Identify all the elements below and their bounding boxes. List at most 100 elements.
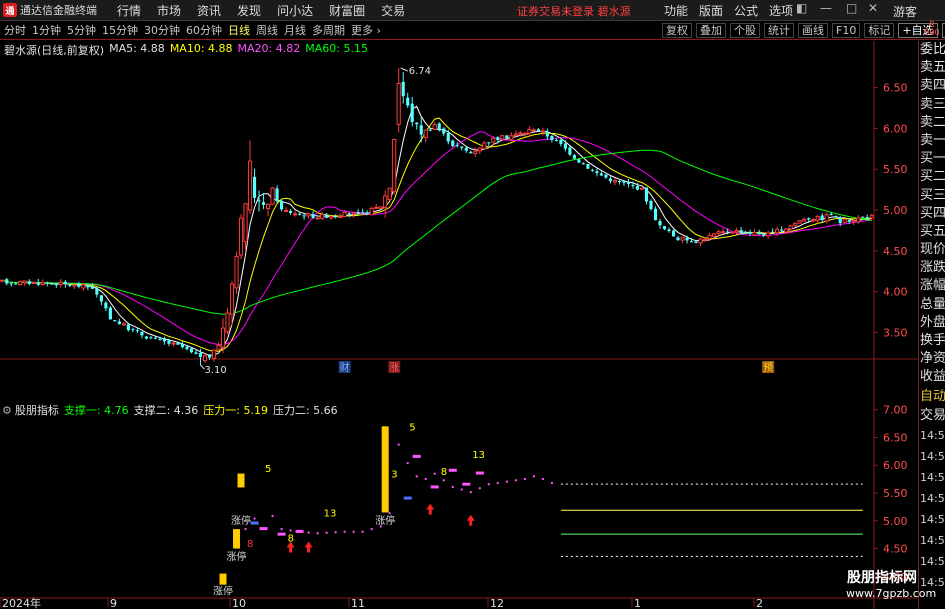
menu-item-quotes[interactable]: 行情 xyxy=(117,2,141,19)
menu-item-ask[interactable]: 问小达 xyxy=(277,2,313,19)
indicator-settings-icon[interactable]: ⚙ xyxy=(2,404,12,417)
candle-body xyxy=(726,231,730,233)
candle-body xyxy=(72,284,77,287)
up-arrow-icon xyxy=(466,514,475,526)
menu-item-news[interactable]: 资讯 xyxy=(197,2,221,19)
candle-body xyxy=(185,346,189,350)
candle-body xyxy=(45,282,49,284)
trail-dot xyxy=(523,477,526,480)
candle-body xyxy=(347,213,351,216)
main-y-axis: 6.50 6.00 5.50 5.00 4.50 4.00 3.50 xyxy=(874,82,908,340)
right-menu: 功能 版面 公式 选项 xyxy=(664,2,804,19)
tab-1min[interactable]: 1分钟 xyxy=(32,22,61,38)
skin-icon[interactable]: ◧ xyxy=(796,1,807,15)
sub-ytick-label: 6.00 xyxy=(883,459,908,472)
tab-15min[interactable]: 15分钟 xyxy=(102,22,138,38)
trail-dot xyxy=(307,531,310,534)
candle-body xyxy=(559,139,563,144)
candle-body xyxy=(27,281,31,284)
candle-body xyxy=(392,138,397,192)
tab-monthly[interactable]: 月线 xyxy=(284,22,306,38)
candle-body xyxy=(265,203,271,210)
menu-item-wealth[interactable]: 财富圈 xyxy=(329,2,365,19)
candle-body xyxy=(378,206,383,209)
candle-body xyxy=(50,283,54,285)
menu-item-discover[interactable]: 发现 xyxy=(237,2,261,19)
candle-body xyxy=(599,173,604,176)
overlay-button[interactable]: 叠加 xyxy=(696,23,726,38)
candle-body xyxy=(189,348,194,353)
trail-dot xyxy=(451,485,454,488)
period-tabs: 分时 1分钟 5分钟 15分钟 30分钟 60分钟 日线 周线 月线 多周期 更… xyxy=(0,22,387,38)
maximize-icon[interactable]: □ xyxy=(846,1,857,15)
close-icon[interactable]: ✕ xyxy=(868,1,878,15)
candle-body xyxy=(270,187,275,205)
menu-item-market[interactable]: 市场 xyxy=(157,2,181,19)
trail-dot xyxy=(289,529,292,532)
candle-body xyxy=(153,337,158,339)
tab-weekly[interactable]: 周线 xyxy=(256,22,278,38)
tab-5min[interactable]: 5分钟 xyxy=(67,22,96,38)
tab-timeshare[interactable]: 分时 xyxy=(4,22,26,38)
indicator-name[interactable]: 股朋指标 xyxy=(15,402,59,418)
candle-body xyxy=(356,212,360,214)
trade-button[interactable]: 交易 xyxy=(919,406,945,425)
trail-dot xyxy=(397,443,400,446)
candle-body xyxy=(509,135,514,140)
candle-body xyxy=(829,213,833,215)
stats-button[interactable]: 统计 xyxy=(764,23,794,38)
tab-daily[interactable]: 日线 xyxy=(228,22,250,38)
menu-item-formula[interactable]: 公式 xyxy=(734,2,758,19)
login-status[interactable]: 证券交易未登录 碧水源 xyxy=(517,3,631,19)
candle-body xyxy=(104,302,108,309)
menu-item-layout[interactable]: 版面 xyxy=(699,2,723,19)
tab-multi-period[interactable]: 多周期 xyxy=(312,22,345,38)
watermark-url: www.7gpzb.com xyxy=(846,587,937,600)
menu-item-trade[interactable]: 交易 xyxy=(381,2,405,19)
limit-up-tag: 涨停 xyxy=(227,550,247,563)
trail-dot xyxy=(433,472,436,475)
count-label: 8 xyxy=(247,539,253,550)
minimize-icon[interactable]: — xyxy=(820,1,832,15)
stock-name-label[interactable]: 碧水源(日线,前复权) xyxy=(4,42,104,58)
mark-button[interactable]: 标记 xyxy=(864,23,895,38)
quote-item: 总量 xyxy=(920,296,945,312)
signal-marker xyxy=(412,454,421,458)
count-label: 13 xyxy=(324,508,337,519)
stocks-button[interactable]: 个股 xyxy=(730,23,760,38)
quote-item: 换手 xyxy=(920,333,945,348)
main-legend: 碧水源(日线,前复权) MA5: 4.88 MA10: 4.88 MA20: 4… xyxy=(4,42,373,58)
candle-body xyxy=(252,176,257,198)
auto-button[interactable]: 自动 xyxy=(919,387,945,406)
f10-button[interactable]: F10 xyxy=(832,23,861,38)
kline-chart[interactable]: 6.74 3.10 财 涨 预 6.50 6.00 5.50 5.00 4.50 4.00 3.50… xyxy=(0,41,918,609)
pressure1-label: 压力一: 5.19 xyxy=(203,404,268,417)
support2-label: 支撑二: 4.36 xyxy=(133,404,199,417)
menu-item-function[interactable]: 功能 xyxy=(664,2,688,19)
tab-more[interactable]: 更多 › xyxy=(351,22,381,38)
guest-login[interactable]: 游客 xyxy=(893,3,917,20)
menu-item-options[interactable]: 选项 xyxy=(769,2,793,19)
tab-30min[interactable]: 30分钟 xyxy=(144,22,180,38)
trail-dot xyxy=(469,491,472,494)
candle-body xyxy=(635,185,640,190)
tick-time: 14:56 xyxy=(920,428,945,442)
quote-item: 买一 xyxy=(920,151,945,167)
candle-body xyxy=(536,129,540,132)
candle-body xyxy=(505,135,509,139)
ma20-line xyxy=(2,131,872,345)
candle-body xyxy=(279,200,284,210)
r500-badge[interactable]: R 500 xyxy=(920,21,944,37)
draw-line-button[interactable]: 画线 xyxy=(798,23,828,38)
candle-body xyxy=(90,286,94,289)
date-label: 11 xyxy=(351,597,365,609)
candle-body xyxy=(207,354,212,358)
candle-body xyxy=(68,284,72,286)
candle-body xyxy=(211,349,217,359)
candle-body xyxy=(780,229,784,231)
adjust-button[interactable]: 复权 xyxy=(662,23,692,38)
high-price-label: 6.74 xyxy=(409,66,431,77)
candle-body xyxy=(401,81,405,97)
candle-body xyxy=(522,132,527,135)
tab-60min[interactable]: 60分钟 xyxy=(186,22,222,38)
